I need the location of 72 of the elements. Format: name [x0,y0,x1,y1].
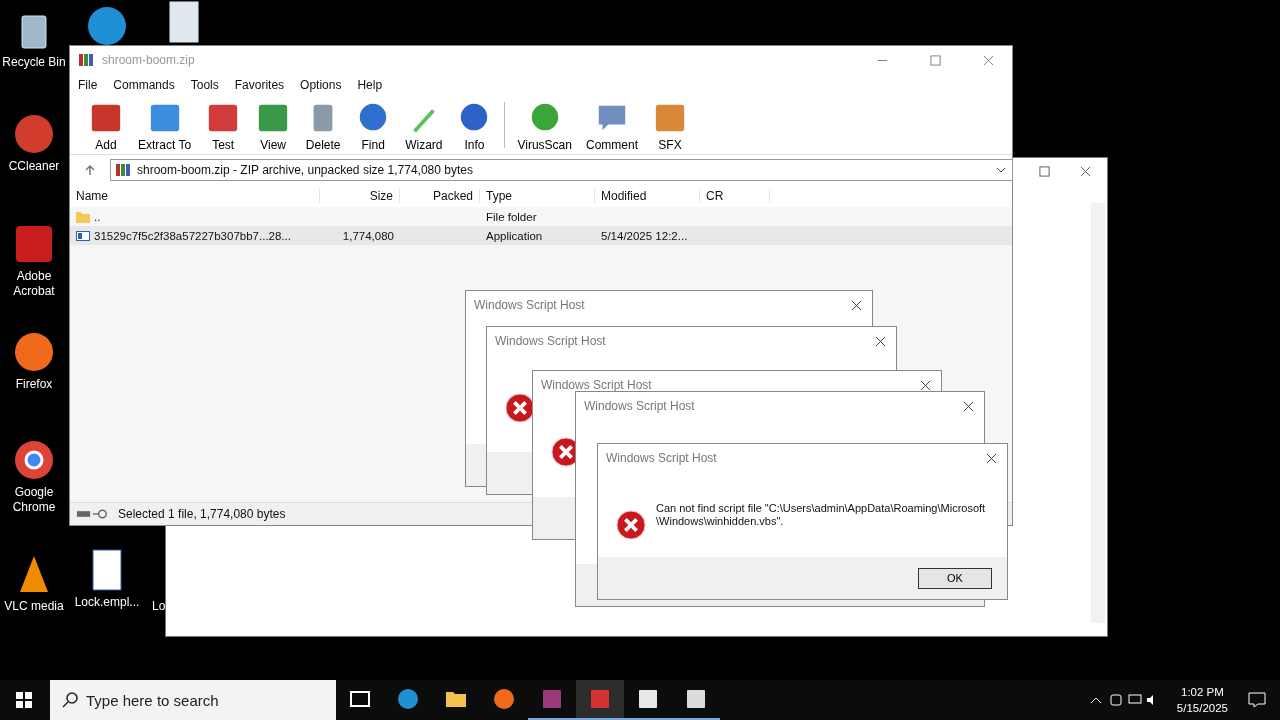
clock-time[interactable]: 1:02 PM [1181,684,1224,700]
app-icon [540,687,564,711]
chevron-icon [996,167,1006,173]
menu-item[interactable]: Commands [113,78,175,94]
toolbar-button[interactable]: View [249,101,298,152]
menu-item[interactable]: Tools [190,78,219,94]
books-icon [115,162,131,178]
icon-label[interactable]: VLC media [4,599,64,614]
status-text: Selected 1 file, 1,774,080 bytes [118,507,286,521]
close-icon[interactable] [920,379,931,391]
search-icon [62,692,78,708]
app-icon [492,687,516,711]
icon-label[interactable]: Lock.empl... [74,595,140,610]
menu-item[interactable]: Help [357,78,383,94]
toolbar-button[interactable]: Extract To [132,101,198,152]
toolbar-button[interactable]: Wizard [399,101,449,152]
app-icon [636,687,660,711]
menu-item[interactable]: Favorites [234,78,285,94]
maximize-icon[interactable] [1039,166,1050,177]
app-icon[interactable] [85,4,129,48]
toolbar-button[interactable]: SFX [646,101,694,152]
close-icon[interactable] [875,335,886,347]
column-header[interactable]: Size [320,189,400,203]
toolbar-button[interactable]: VirusScan [511,101,578,152]
ok-button[interactable]: OK [918,567,992,589]
dialog-title: Windows Script Host [541,378,652,392]
dialog-title: Windows Script Host [606,451,717,465]
toolbar-button[interactable]: Test [199,101,248,152]
menu-item[interactable]: File [78,78,98,94]
icon-label[interactable]: Lo [152,599,166,614]
column-header[interactable]: CR [700,189,770,203]
close-icon[interactable] [986,452,997,464]
toolbar-button[interactable]: Comment [579,101,644,152]
dialog-title: Windows Script Host [495,334,606,348]
windows-logo-icon[interactable] [16,692,32,708]
icon-label[interactable]: Recycle Bin [2,55,66,70]
up-arrow-icon[interactable] [84,164,96,176]
icon-label[interactable]: Adobe Acrobat [0,269,68,299]
app-icon [588,687,612,711]
close-icon[interactable] [1080,166,1091,177]
column-header[interactable]: Name [70,189,320,203]
close-icon[interactable] [851,299,862,311]
app-icon [396,687,420,711]
menu-item[interactable]: Options [300,78,342,94]
dialog-title: Windows Script Host [474,298,585,312]
toolbar-button[interactable]: Delete [299,101,348,152]
app-icon [684,687,708,711]
drive-key-icon [76,508,110,520]
icon-label[interactable]: CCleaner [8,159,60,174]
app-icon[interactable] [12,330,56,374]
icon-label[interactable]: Firefox [15,377,53,392]
file-row[interactable]: 31529c7f5c2f38a57227b307bb7...28... 1,774,080 Application 5/14/2025 12:2... [70,226,1012,245]
file-row[interactable]: .. File folder [70,207,1012,226]
search-field[interactable]: Type here to search [50,680,336,720]
toolbar-button[interactable]: Find [349,101,398,152]
column-header[interactable]: Modified [595,189,700,203]
column-header[interactable]: Packed [400,189,480,203]
close-icon[interactable] [963,400,974,412]
window-title: shroom-boom.zip [102,53,195,67]
books-icon [78,52,94,68]
path-field[interactable]: shroom-boom.zip - ZIP archive, unpacked size 1,774,080 bytes [110,159,1013,181]
icon-label[interactable]: Google Chrome [0,485,68,515]
application-icon [76,229,90,242]
notification-icon[interactable] [1248,692,1266,708]
dialog-title: Windows Script Host [584,399,695,413]
toolbar-button[interactable]: Add [82,101,130,152]
app-icon[interactable] [12,438,56,482]
clock-date[interactable]: 5/15/2025 [1176,700,1228,716]
folder-icon [76,210,90,223]
toolbar-button[interactable]: Info [450,101,499,152]
error-message: Can not find script file "C:\Users\admin\AppData\Roaming\Microsoft\Windows\winhidden.vbs". [656,502,986,528]
column-header[interactable]: Type [480,189,595,203]
